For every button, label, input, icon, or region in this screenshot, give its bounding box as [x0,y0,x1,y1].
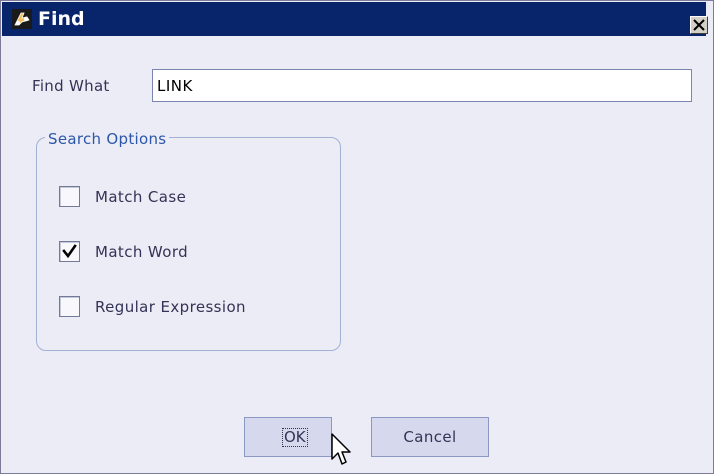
match-word-label[interactable]: Match Word [95,243,188,261]
mouse-pointer-icon [331,433,353,471]
close-button[interactable] [690,16,708,34]
regular-expression-checkbox[interactable] [59,296,80,317]
find-what-input[interactable] [152,69,692,102]
binoculars-icon [12,9,32,29]
title-bar[interactable]: Find [2,2,708,36]
search-options-legend: Search Options [45,130,170,148]
cancel-button-label: Cancel [403,428,457,446]
checkmark-icon [62,244,77,259]
match-case-checkbox[interactable] [59,186,80,207]
regular-expression-label[interactable]: Regular Expression [95,298,246,316]
window-title: Find [38,8,85,30]
search-options-group [36,137,341,351]
find-what-label: Find What [32,77,110,95]
match-word-checkbox[interactable] [59,241,80,262]
match-case-label[interactable]: Match Case [95,188,186,206]
cancel-button[interactable]: Cancel [371,417,489,457]
close-icon [693,19,705,31]
find-dialog: Find Find What Search Options Match Case… [0,0,714,474]
ok-button-label: OK [282,428,308,447]
ok-button[interactable]: OK [244,417,332,457]
